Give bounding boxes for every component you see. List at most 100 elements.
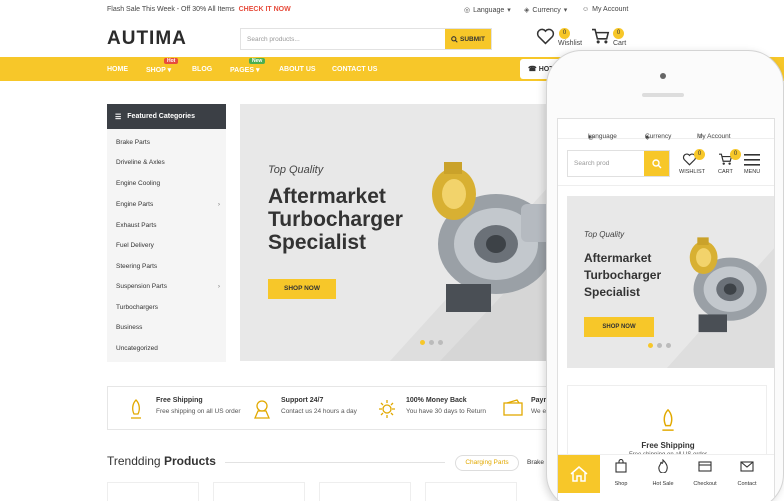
mobile-tab-label: Shop bbox=[614, 481, 628, 487]
slider-dot[interactable] bbox=[429, 340, 434, 345]
product-card[interactable] bbox=[107, 482, 199, 501]
mobile-tab-hot-sale[interactable]: Hot Sale bbox=[642, 458, 684, 487]
mobile-tab-contact[interactable]: Contact bbox=[726, 459, 768, 487]
nav-item-blog[interactable]: BLOG bbox=[192, 66, 212, 73]
cart-count: 0 bbox=[613, 28, 624, 39]
features-strip: Free Shipping Free shipping on all US or… bbox=[107, 386, 557, 430]
category-item[interactable]: Turbochargers bbox=[116, 304, 220, 311]
feature-desc: Contact us 24 hours a day bbox=[281, 408, 357, 415]
mobile-wishlist-count: 0 bbox=[694, 149, 705, 160]
tab-charging-parts[interactable]: Charging Parts bbox=[455, 455, 519, 471]
category-item-engine-parts[interactable]: Engine Parts › bbox=[116, 201, 220, 208]
mobile-shop-now-button[interactable]: SHOP NOW bbox=[584, 317, 654, 337]
category-item[interactable]: Driveline & Axles bbox=[116, 159, 220, 166]
currency-icon: ◈ bbox=[524, 7, 530, 14]
mobile-screen: ◎ Language ▾ ◈ Currency ▾ ☺ My Account S… bbox=[557, 118, 775, 501]
category-item-label: Engine Parts bbox=[116, 201, 154, 208]
product-card[interactable] bbox=[213, 482, 305, 501]
hero-title-line: Specialist bbox=[268, 231, 367, 254]
envelope-icon bbox=[740, 461, 754, 472]
slider-dot-active[interactable] bbox=[420, 340, 425, 345]
category-item[interactable]: Fuel Delivery bbox=[116, 242, 220, 249]
nav-item-home[interactable]: HOME bbox=[107, 66, 128, 73]
heading-divider bbox=[225, 462, 445, 463]
promo-cta-link[interactable]: CHECK IT NOW bbox=[239, 6, 291, 13]
slider-dot[interactable] bbox=[666, 343, 671, 348]
nav-item-about-us[interactable]: ABOUT US bbox=[279, 66, 316, 73]
caret-down-icon: ▾ bbox=[588, 134, 592, 141]
categories-header: ☰ Featured Categories bbox=[107, 104, 226, 129]
category-item[interactable]: Brake Parts bbox=[116, 139, 220, 146]
mobile-currency-label: Currency bbox=[645, 133, 672, 140]
mobile-cart-count: 0 bbox=[730, 149, 741, 160]
wishlist-button[interactable]: 0 Wishlist bbox=[536, 28, 582, 50]
category-item[interactable]: Steering Parts bbox=[116, 263, 220, 270]
feature-title: Payr bbox=[531, 397, 547, 404]
support-icon bbox=[254, 400, 270, 419]
nav-item-contact-us[interactable]: CONTACT US bbox=[332, 66, 377, 73]
mobile-tab-shop[interactable]: Shop bbox=[600, 458, 642, 487]
search-submit-label: SUBMIT bbox=[460, 35, 485, 43]
mobile-hero-slider: Top Quality Aftermarket Turbocharger Spe… bbox=[567, 196, 774, 368]
mobile-menu-button[interactable]: MENU bbox=[744, 153, 760, 175]
category-item[interactable]: Engine Cooling bbox=[116, 180, 220, 187]
hero-title: Aftermarket Turbocharger Specialist bbox=[268, 185, 403, 254]
mobile-wishlist-label: WISHLIST bbox=[679, 169, 705, 175]
slider-dot[interactable] bbox=[657, 343, 662, 348]
wishlist-label: Wishlist bbox=[558, 40, 583, 47]
mobile-cart-button[interactable]: 0 CART bbox=[718, 149, 741, 175]
currency-selector[interactable]: ◈ Currency ▾ bbox=[524, 6, 568, 15]
mobile-bottom-nav: Shop Hot Sale Checkout Contact bbox=[558, 454, 774, 493]
product-card[interactable] bbox=[425, 482, 517, 501]
cart-button[interactable]: 0 Cart bbox=[591, 28, 626, 50]
hero-subtitle: Top Quality bbox=[268, 164, 324, 176]
mobile-search-input[interactable]: Search prod bbox=[568, 151, 644, 176]
slider-dot[interactable] bbox=[438, 340, 443, 345]
category-item[interactable]: Exhaust Parts bbox=[116, 222, 220, 229]
phone-mockup: ◎ Language ▾ ◈ Currency ▾ ☺ My Account S… bbox=[546, 50, 784, 501]
cart-label: Cart bbox=[613, 40, 627, 47]
money-back-icon bbox=[379, 400, 395, 418]
wishlist-count: 0 bbox=[559, 28, 570, 39]
nav-item-shop[interactable]: SHOP ▾ Hot bbox=[146, 58, 179, 74]
caret-down-icon: ▾ bbox=[645, 134, 649, 141]
mobile-home-tab[interactable] bbox=[558, 455, 600, 493]
mobile-tab-checkout[interactable]: Checkout bbox=[684, 459, 726, 487]
product-card[interactable] bbox=[319, 482, 411, 501]
chevron-right-icon: › bbox=[217, 283, 220, 290]
mobile-search-button[interactable] bbox=[644, 151, 669, 176]
rocket-icon bbox=[662, 408, 674, 431]
globe-icon: ◎ bbox=[464, 7, 471, 14]
turbocharger-image bbox=[689, 237, 767, 333]
checkout-icon bbox=[698, 461, 712, 472]
category-item-suspension-parts[interactable]: Suspension Parts › bbox=[116, 283, 220, 290]
slider-dot-active[interactable] bbox=[648, 343, 653, 348]
hamburger-icon bbox=[744, 154, 760, 166]
mobile-wishlist-button[interactable]: 0 WISHLIST bbox=[679, 149, 705, 175]
site-logo[interactable]: AUTIMA bbox=[107, 28, 187, 50]
search-submit-button[interactable]: SUBMIT bbox=[445, 29, 491, 49]
page: Flash Sale This Week - Off 30% All Items… bbox=[0, 0, 784, 501]
search-icon bbox=[651, 158, 661, 168]
hot-badge: Hot bbox=[164, 58, 179, 64]
hero-shop-now-button[interactable]: SHOP NOW bbox=[268, 279, 336, 299]
category-item[interactable]: Uncategorized bbox=[116, 345, 220, 352]
search-icon bbox=[451, 35, 458, 43]
feature-title: 100% Money Back bbox=[406, 397, 467, 404]
search-input[interactable]: Search products... bbox=[241, 29, 445, 49]
hero-slider: Top Quality Aftermarket Turbocharger Spe… bbox=[240, 104, 560, 361]
category-item[interactable]: Business bbox=[116, 324, 220, 331]
caret-down-icon: ▾ bbox=[563, 7, 568, 14]
mobile-my-account-label: My Account bbox=[697, 133, 731, 140]
new-badge: New bbox=[249, 58, 266, 64]
promo-text: Flash Sale This Week - Off 30% All Items bbox=[107, 6, 235, 13]
my-account-link[interactable]: ☺ My Account bbox=[582, 6, 628, 13]
mobile-cart-label: CART bbox=[718, 169, 733, 175]
language-selector[interactable]: ◎ Language ▾ bbox=[464, 6, 511, 15]
category-item-label: Suspension Parts bbox=[116, 283, 167, 290]
tab-brake[interactable]: Brake bbox=[527, 459, 544, 466]
nav-item-pages[interactable]: PAGES ▾ New bbox=[230, 58, 266, 74]
mobile-tab-label: Contact bbox=[737, 481, 757, 487]
feature-desc: Free shipping on all US order bbox=[156, 408, 241, 415]
language-label: Language bbox=[473, 6, 505, 14]
